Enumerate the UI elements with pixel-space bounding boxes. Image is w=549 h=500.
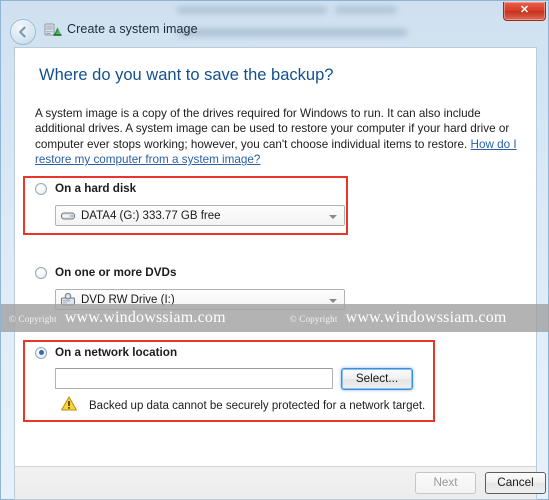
watermark-right: © Copyright www.windowssiam.com — [290, 309, 507, 327]
radio-label-dvd: On one or more DVDs — [55, 266, 177, 279]
next-button[interactable]: Next — [415, 472, 476, 494]
watermark-left: © Copyright www.windowssiam.com — [9, 309, 226, 327]
dialog-content-panel: Where do you want to save the backup? A … — [14, 47, 537, 466]
network-warning-text: Backed up data cannot be securely protec… — [89, 400, 426, 412]
watermark-banner: © Copyright www.windowssiam.com © Copyri… — [1, 304, 549, 332]
back-button[interactable] — [10, 19, 36, 45]
page-heading: Where do you want to save the backup? — [39, 66, 334, 84]
hard-disk-combobox[interactable]: DATA4 (G:) 333.77 GB free — [55, 205, 345, 226]
window-title: Create a system image — [67, 22, 198, 36]
radio-network-location[interactable] — [35, 346, 47, 359]
chevron-down-icon[interactable] — [329, 299, 337, 303]
watermark-copyright: © Copyright — [289, 314, 338, 324]
network-path-input[interactable] — [55, 368, 333, 389]
warning-triangle-icon — [61, 396, 77, 416]
system-image-icon — [43, 20, 63, 40]
radio-label-hard-disk: On a hard disk — [55, 182, 137, 195]
radio-row-network[interactable]: On a network location — [35, 346, 177, 359]
watermark-copyright: © Copyright — [9, 314, 57, 324]
description-paragraph: A system image is a copy of the drives r… — [35, 107, 510, 151]
hard-disk-combobox-value: DATA4 (G:) 333.77 GB free — [81, 209, 221, 222]
radio-label-network-location: On a network location — [55, 346, 178, 359]
radio-dvd[interactable] — [35, 266, 47, 279]
cancel-button[interactable]: Cancel — [485, 472, 546, 494]
watermark-site: www.windowssiam.com — [64, 309, 226, 326]
select-button[interactable]: Select... — [341, 368, 413, 390]
description-text: A system image is a copy of the drives r… — [35, 106, 520, 168]
network-warning: Backed up data cannot be securely protec… — [61, 396, 425, 416]
option-group-network: On a network location Select... Backed u… — [35, 346, 435, 424]
create-system-image-window: Create a system image ✕ Where do you wan… — [0, 0, 549, 500]
dialog-footer: Next Cancel — [14, 466, 546, 500]
title-bar: Create a system image ✕ — [1, 1, 549, 47]
radio-row-dvd[interactable]: On one or more DVDs — [35, 266, 176, 279]
radio-row-hard-disk[interactable]: On a hard disk — [35, 182, 136, 195]
watermark-site: www.windowssiam.com — [345, 309, 507, 326]
hard-disk-icon — [61, 210, 75, 222]
radio-hard-disk[interactable] — [35, 182, 47, 195]
close-button[interactable]: ✕ — [503, 2, 546, 21]
option-group-hard-disk: On a hard disk DATA4 (G:) 333.77 GB free — [35, 182, 345, 234]
chevron-down-icon[interactable] — [329, 215, 337, 219]
